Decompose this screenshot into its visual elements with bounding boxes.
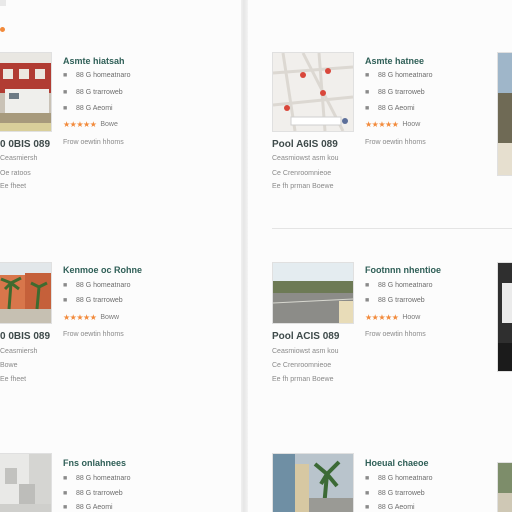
meta-line: Ee fheet xyxy=(0,376,27,383)
star-rating-icon: ★★★★★ xyxy=(63,313,97,322)
star-rating-icon: ★★★★★ xyxy=(365,313,399,322)
dark-photo-icon xyxy=(498,263,512,371)
listing-thumbnail[interactable] xyxy=(0,453,52,512)
meta-line: Ee fh prman Boewe xyxy=(272,183,334,190)
listing-price: 0 0BIS 089 xyxy=(0,331,51,342)
info-line: ■ 88 G homeatnaro xyxy=(365,72,433,79)
meta-line: Ee fh prman Boewe xyxy=(272,376,334,383)
rating-row: ★★★★★ Hoow xyxy=(365,313,421,322)
meta-line: Oe ratoos xyxy=(0,170,31,177)
bed-icon: ■ xyxy=(365,72,370,79)
meta-line: Ceasmiersh xyxy=(0,155,38,162)
listing-thumbnail[interactable] xyxy=(0,52,52,132)
corner-marker xyxy=(0,0,6,6)
street-rv-photo-icon xyxy=(0,53,51,131)
amenity-text: Frow oewtin hhoms xyxy=(365,139,426,146)
area-icon: ■ xyxy=(365,105,370,112)
amenity-text: Frow oewtin hhoms xyxy=(365,331,426,338)
listing-title[interactable]: Fns onlahnees xyxy=(63,458,126,468)
listing-thumbnail[interactable] xyxy=(497,462,512,512)
info-line: ■ 88 G homeatnaro xyxy=(63,475,131,482)
meta-line: Ce Crenroomnieoe xyxy=(272,170,332,177)
bed-icon: ■ xyxy=(63,282,68,289)
info-line: ■ 88 G homeatnaro xyxy=(63,72,131,79)
rating-row: ★★★★★ Bowe xyxy=(63,120,118,129)
rating-row: ★★★★★ Hoow xyxy=(365,120,421,129)
meta-line: Ceasmiersh xyxy=(0,348,38,355)
map-photo-icon xyxy=(273,53,353,131)
listing-thumbnail[interactable] xyxy=(272,453,354,512)
listing-price: Pool ACIS 089 xyxy=(272,331,340,342)
listing-title[interactable]: Footnnn nhentioe xyxy=(365,265,441,275)
listing-thumbnail[interactable] xyxy=(0,262,52,324)
area-icon: ■ xyxy=(63,105,68,112)
listing-title[interactable]: Kenmoe oc Rohne xyxy=(63,265,142,275)
info-line: ■ 88 G Aeomi xyxy=(63,105,113,112)
column-divider xyxy=(241,0,248,512)
row-divider xyxy=(272,228,512,229)
listing-thumbnail[interactable] xyxy=(272,262,354,324)
meta-line: Ceasmiowst asm kou xyxy=(272,155,339,162)
street-photo-icon xyxy=(498,463,512,512)
bath-icon: ■ xyxy=(63,490,68,497)
bed-icon: ■ xyxy=(63,72,68,79)
info-line: ■ 88 G homeatnaro xyxy=(63,282,131,289)
listing-price: Pool A6IS 089 xyxy=(272,139,338,150)
info-line: ■ 88 G trarroweb xyxy=(365,297,425,304)
amenity-text: Frow oewtin hhoms xyxy=(63,331,124,338)
meta-line: Ceasmiowst asm kou xyxy=(272,348,339,355)
orange-dot-icon xyxy=(0,27,5,32)
info-line: ■ 88 G Aeomi xyxy=(365,105,415,112)
amenity-text: Frow oewtin hhoms xyxy=(63,139,124,146)
bath-icon: ■ xyxy=(63,297,68,304)
info-line: ■ 88 G homeatnaro xyxy=(365,475,433,482)
bath-icon: ■ xyxy=(63,89,68,96)
info-line: ■ 88 G trarroweb xyxy=(365,89,425,96)
info-line: ■ 88 G trarroweb xyxy=(63,490,123,497)
bed-icon: ■ xyxy=(63,475,68,482)
road-photo-icon xyxy=(273,263,353,323)
rating-row: ★★★★★ Boww xyxy=(63,313,120,322)
listing-title[interactable]: Hoeual chaeoe xyxy=(365,458,429,468)
meta-line: Bowe xyxy=(0,362,18,369)
info-line: ■ 88 G Aeomi xyxy=(365,504,415,511)
bed-icon: ■ xyxy=(365,475,370,482)
bath-icon: ■ xyxy=(365,297,370,304)
info-line: ■ 88 G trarroweb xyxy=(365,490,425,497)
listing-thumbnail[interactable] xyxy=(497,262,512,372)
bath-icon: ■ xyxy=(365,89,370,96)
listing-title[interactable]: Asmte hatnee xyxy=(365,56,424,66)
listing-title[interactable]: Asmte hiatsah xyxy=(63,56,125,66)
bath-icon: ■ xyxy=(365,490,370,497)
results-page: Asmte hiatsah ■ 88 G homeatnaro ■ 88 G tra… xyxy=(0,0,512,512)
listing-thumbnail[interactable] xyxy=(272,52,354,132)
info-line: ■ 88 G trarroweb xyxy=(63,297,123,304)
star-rating-icon: ★★★★★ xyxy=(365,120,399,129)
listing-thumbnail[interactable] xyxy=(497,52,512,176)
street-trees-photo-icon xyxy=(273,454,353,512)
star-rating-icon: ★★★★★ xyxy=(63,120,97,129)
bed-icon: ■ xyxy=(365,282,370,289)
building-palm-photo-icon xyxy=(0,263,51,323)
interior-photo-icon xyxy=(0,454,51,512)
area-icon: ■ xyxy=(365,504,370,511)
meta-line: Ee fheet xyxy=(0,183,27,190)
info-line: ■ 88 G trarroweb xyxy=(63,89,123,96)
street-photo-icon xyxy=(498,53,512,175)
info-line: ■ 88 G homeatnaro xyxy=(365,282,433,289)
listing-price: 0 0BIS 089 xyxy=(0,139,51,150)
info-line: ■ 88 G Aeomi xyxy=(63,504,113,511)
meta-line: Ce Crenroomnieoe xyxy=(272,362,332,369)
area-icon: ■ xyxy=(63,504,68,511)
